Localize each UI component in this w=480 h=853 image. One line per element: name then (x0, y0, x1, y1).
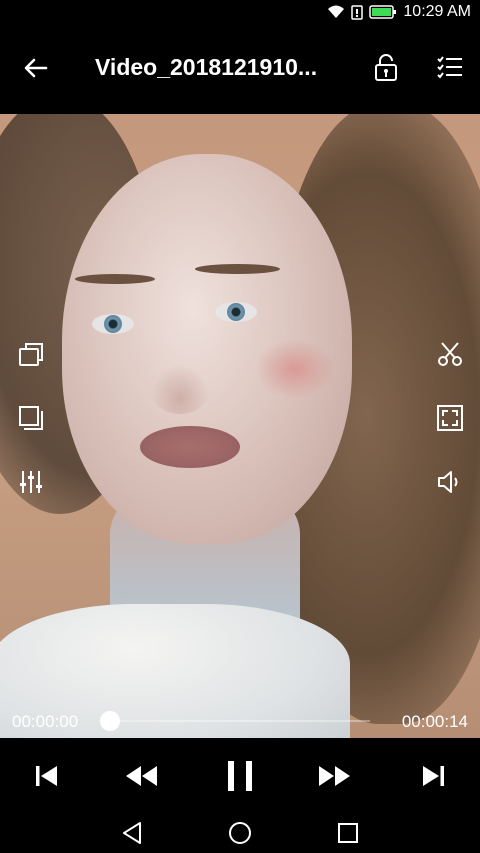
total-time: 00:00:14 (401, 712, 468, 731)
home-circle-icon[interactable] (227, 820, 253, 846)
recents-square-icon[interactable] (335, 820, 361, 846)
app-bar: Video_2018121910... (0, 26, 480, 114)
volume-icon[interactable] (436, 468, 464, 496)
seek-bar[interactable]: 00:00:00 00:00:14 (0, 702, 480, 738)
wifi-icon (328, 5, 345, 18)
back-arrow-icon[interactable] (20, 52, 52, 84)
video-content-brow-right (195, 264, 280, 274)
pause-icon[interactable] (222, 758, 258, 794)
equalizer-icon[interactable] (17, 468, 45, 496)
video-frame[interactable] (0, 114, 480, 738)
playback-controls (0, 738, 480, 812)
fast-forward-icon[interactable] (317, 758, 353, 794)
screen-lock-icon[interactable] (372, 52, 400, 84)
video-content-nose (150, 364, 210, 414)
rotate-icon[interactable] (17, 340, 45, 368)
back-triangle-icon[interactable] (120, 820, 146, 846)
battery-icon (369, 5, 397, 19)
video-content-lips (140, 426, 240, 468)
aspect-ratio-icon[interactable] (17, 404, 45, 432)
seek-thumb[interactable] (100, 711, 120, 731)
video-content-blush (255, 339, 335, 399)
video-title: Video_2018121910... (95, 54, 318, 80)
seek-track[interactable] (110, 720, 370, 722)
video-content-eye-right (215, 302, 257, 322)
system-nav-bar (0, 812, 480, 853)
skip-previous-icon[interactable] (28, 758, 64, 794)
status-time: 10:29 AM (403, 3, 471, 20)
video-content-brow-left (75, 274, 155, 284)
playlist-icon[interactable] (436, 52, 464, 84)
current-time: 00:00:00 (12, 712, 79, 731)
status-bar: 10:29 AM (0, 0, 480, 26)
fullscreen-icon[interactable] (436, 404, 464, 432)
rewind-icon[interactable] (123, 758, 159, 794)
scissors-icon[interactable] (436, 340, 464, 368)
skip-next-icon[interactable] (416, 758, 452, 794)
video-content-eye-left (92, 314, 134, 334)
alarm-icon (351, 5, 364, 20)
